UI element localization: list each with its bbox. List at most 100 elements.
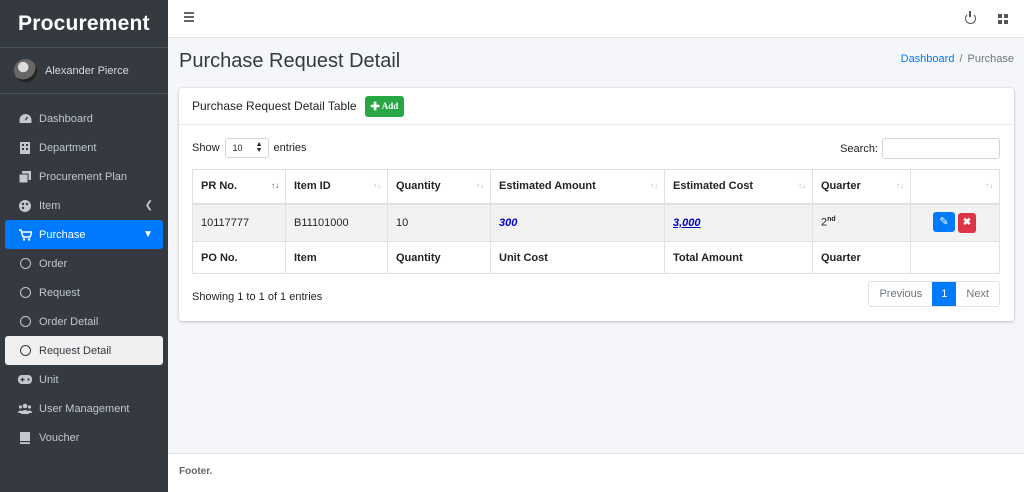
sidebar-item-order-detail[interactable]: Order Detail <box>5 307 163 336</box>
column-header-quarter[interactable]: Quarter ↑↓ <box>812 169 911 205</box>
delete-button[interactable]: ✖ <box>958 213 976 234</box>
sidebar-item-procurement-plan[interactable]: Procurement Plan <box>5 162 163 191</box>
circle-icon <box>18 287 32 299</box>
sort-arrows-icon: ▲ ▼ <box>255 141 263 154</box>
entries-select-value: 10 <box>232 143 243 153</box>
sidebar-item-department[interactable]: Department <box>5 133 163 162</box>
next-page-button[interactable]: Next <box>956 282 999 306</box>
sidebar-item-dashboard[interactable]: Dashboard <box>5 104 163 133</box>
users-icon <box>18 403 32 415</box>
sidebar-item-label: User Management <box>39 402 130 415</box>
entries-select[interactable]: 10 ▲ ▼ <box>224 138 269 158</box>
card-title: Purchase Request Detail Table <box>192 99 357 113</box>
cell-quarter: 2nd <box>812 203 911 242</box>
search-input[interactable] <box>882 138 1000 159</box>
user-panel[interactable]: Alexander Pierce <box>0 48 168 94</box>
cell-actions: ✎ ✖ <box>910 203 1000 242</box>
table-row: 10117777 B11101000 10 300 3,000 2nd ✎ ✖ <box>192 203 1000 242</box>
show-label: Show <box>192 142 220 154</box>
chevron-down-icon: ▼ <box>143 229 153 240</box>
user-name: Alexander Pierce <box>45 64 129 77</box>
edit-button[interactable]: ✎ <box>933 212 955 233</box>
sidebar-item-user-management[interactable]: User Management <box>5 394 163 423</box>
sidebar-item-label: Order <box>39 257 68 270</box>
column-header-item-id[interactable]: Item ID ↑↓ <box>285 169 388 205</box>
pagination: Previous 1 Next <box>868 281 1000 307</box>
column-header-estimated-cost[interactable]: Estimated Cost ↑↓ <box>664 169 813 205</box>
sidebar-item-label: Request <box>39 286 80 299</box>
footer-quarter: Quarter <box>812 241 911 274</box>
breadcrumb-current: Purchase <box>967 53 1014 65</box>
cart-icon <box>18 228 32 241</box>
sidebar-item-label: Item <box>39 199 61 212</box>
footer-quantity: Quantity <box>387 241 491 274</box>
search-control: Search: <box>840 138 1000 159</box>
estimated-cost-value: 3,000 <box>673 216 701 229</box>
footer-text: Footer. <box>179 466 213 477</box>
dashboard-icon <box>18 113 32 125</box>
sort-icon: ↑↓ <box>798 181 806 190</box>
brand-link[interactable]: Procurement <box>0 0 168 48</box>
column-header-estimated-amount[interactable]: Estimated Amount ↑↓ <box>490 169 665 205</box>
menu-toggle-icon[interactable] <box>184 12 194 24</box>
column-header-pr-no[interactable]: PR No. ↑↓ <box>192 169 286 205</box>
previous-page-button[interactable]: Previous <box>869 282 932 306</box>
cell-estimated-amount: 300 <box>490 203 665 242</box>
request-detail-table: PR No. ↑↓ Item ID ↑↓ Quantity ↑↓ Estimated … <box>192 169 1000 274</box>
sidebar-item-purchase[interactable]: Purchase ▼ <box>5 220 163 249</box>
sort-icon: ↑↓ <box>985 181 993 190</box>
sidebar-item-label: Order Detail <box>39 315 99 328</box>
brand-text: Procurement <box>18 11 150 35</box>
sort-icon: ↑↓ <box>373 181 381 190</box>
close-icon: ✖ <box>962 217 972 229</box>
page-title: Purchase Request Detail <box>179 50 401 72</box>
table-header-row: PR No. ↑↓ Item ID ↑↓ Quantity ↑↓ Estimated … <box>192 169 1000 205</box>
chevron-left-icon: ❮ <box>144 200 153 211</box>
gamepad-icon <box>18 374 32 386</box>
sort-icon: ↑↓ <box>896 181 904 190</box>
sidebar-item-unit[interactable]: Unit <box>5 365 163 394</box>
power-icon[interactable] <box>965 11 976 24</box>
sidebar-item-voucher[interactable]: Voucher <box>5 423 163 452</box>
circle-icon <box>18 345 32 357</box>
sidebar-item-label: Purchase <box>39 228 86 241</box>
page-1-button[interactable]: 1 <box>932 282 957 306</box>
sidebar-item-item[interactable]: Item ❮ <box>5 191 163 220</box>
sidebar-item-label: Department <box>39 141 97 154</box>
breadcrumb-dashboard-link[interactable]: Dashboard <box>901 53 955 65</box>
sort-icon: ↑↓ <box>650 181 658 190</box>
table-footer-row: PO No. Item Quantity Unit Cost Total Amo… <box>192 241 1000 274</box>
sidebar-nav: Dashboard Department Procurement Plan It… <box>0 94 168 452</box>
add-button[interactable]: ✚ Add <box>364 95 405 117</box>
sidebar-item-request-detail[interactable]: Request Detail <box>5 336 163 365</box>
cell-quantity: 10 <box>387 203 491 242</box>
edit-icon: ✎ <box>939 216 949 229</box>
sidebar-item-label: Unit <box>39 373 59 386</box>
quarter-suffix: nd <box>827 216 836 224</box>
book-icon <box>18 431 32 444</box>
detail-card: Purchase Request Detail Table ✚ Add Show… <box>179 88 1014 321</box>
footer-total-amount: Total Amount <box>664 241 813 274</box>
card-header: Purchase Request Detail Table ✚ Add <box>179 88 1014 125</box>
sidebar-item-label: Voucher <box>39 431 80 444</box>
grid-icon[interactable] <box>998 14 1008 24</box>
sidebar-item-order[interactable]: Order <box>5 249 163 278</box>
plus-icon: ✚ <box>370 100 380 113</box>
palette-icon <box>18 199 32 212</box>
sidebar: Procurement Alexander Pierce Dashboard D… <box>0 0 168 492</box>
entries-length-control: Show 10 ▲ ▼ entries <box>192 138 307 158</box>
cell-item-id: B11101000 <box>285 203 388 242</box>
breadcrumb-separator: / <box>959 53 963 65</box>
column-header-quantity[interactable]: Quantity ↑↓ <box>387 169 491 205</box>
cell-pr-no: 10117777 <box>192 203 286 242</box>
search-label: Search: <box>840 142 878 155</box>
sidebar-item-label: Dashboard <box>39 112 93 125</box>
estimated-amount-value: 300 <box>499 216 518 229</box>
table-info: Showing 1 to 1 of 1 entries <box>192 291 323 303</box>
circle-icon <box>18 258 32 270</box>
building-icon <box>18 141 32 154</box>
sidebar-item-request[interactable]: Request <box>5 278 163 307</box>
column-header-actions[interactable]: ↑↓ <box>910 169 1000 205</box>
sort-asc-icon: ↑↓ <box>271 181 279 190</box>
entries-label: entries <box>273 142 307 154</box>
